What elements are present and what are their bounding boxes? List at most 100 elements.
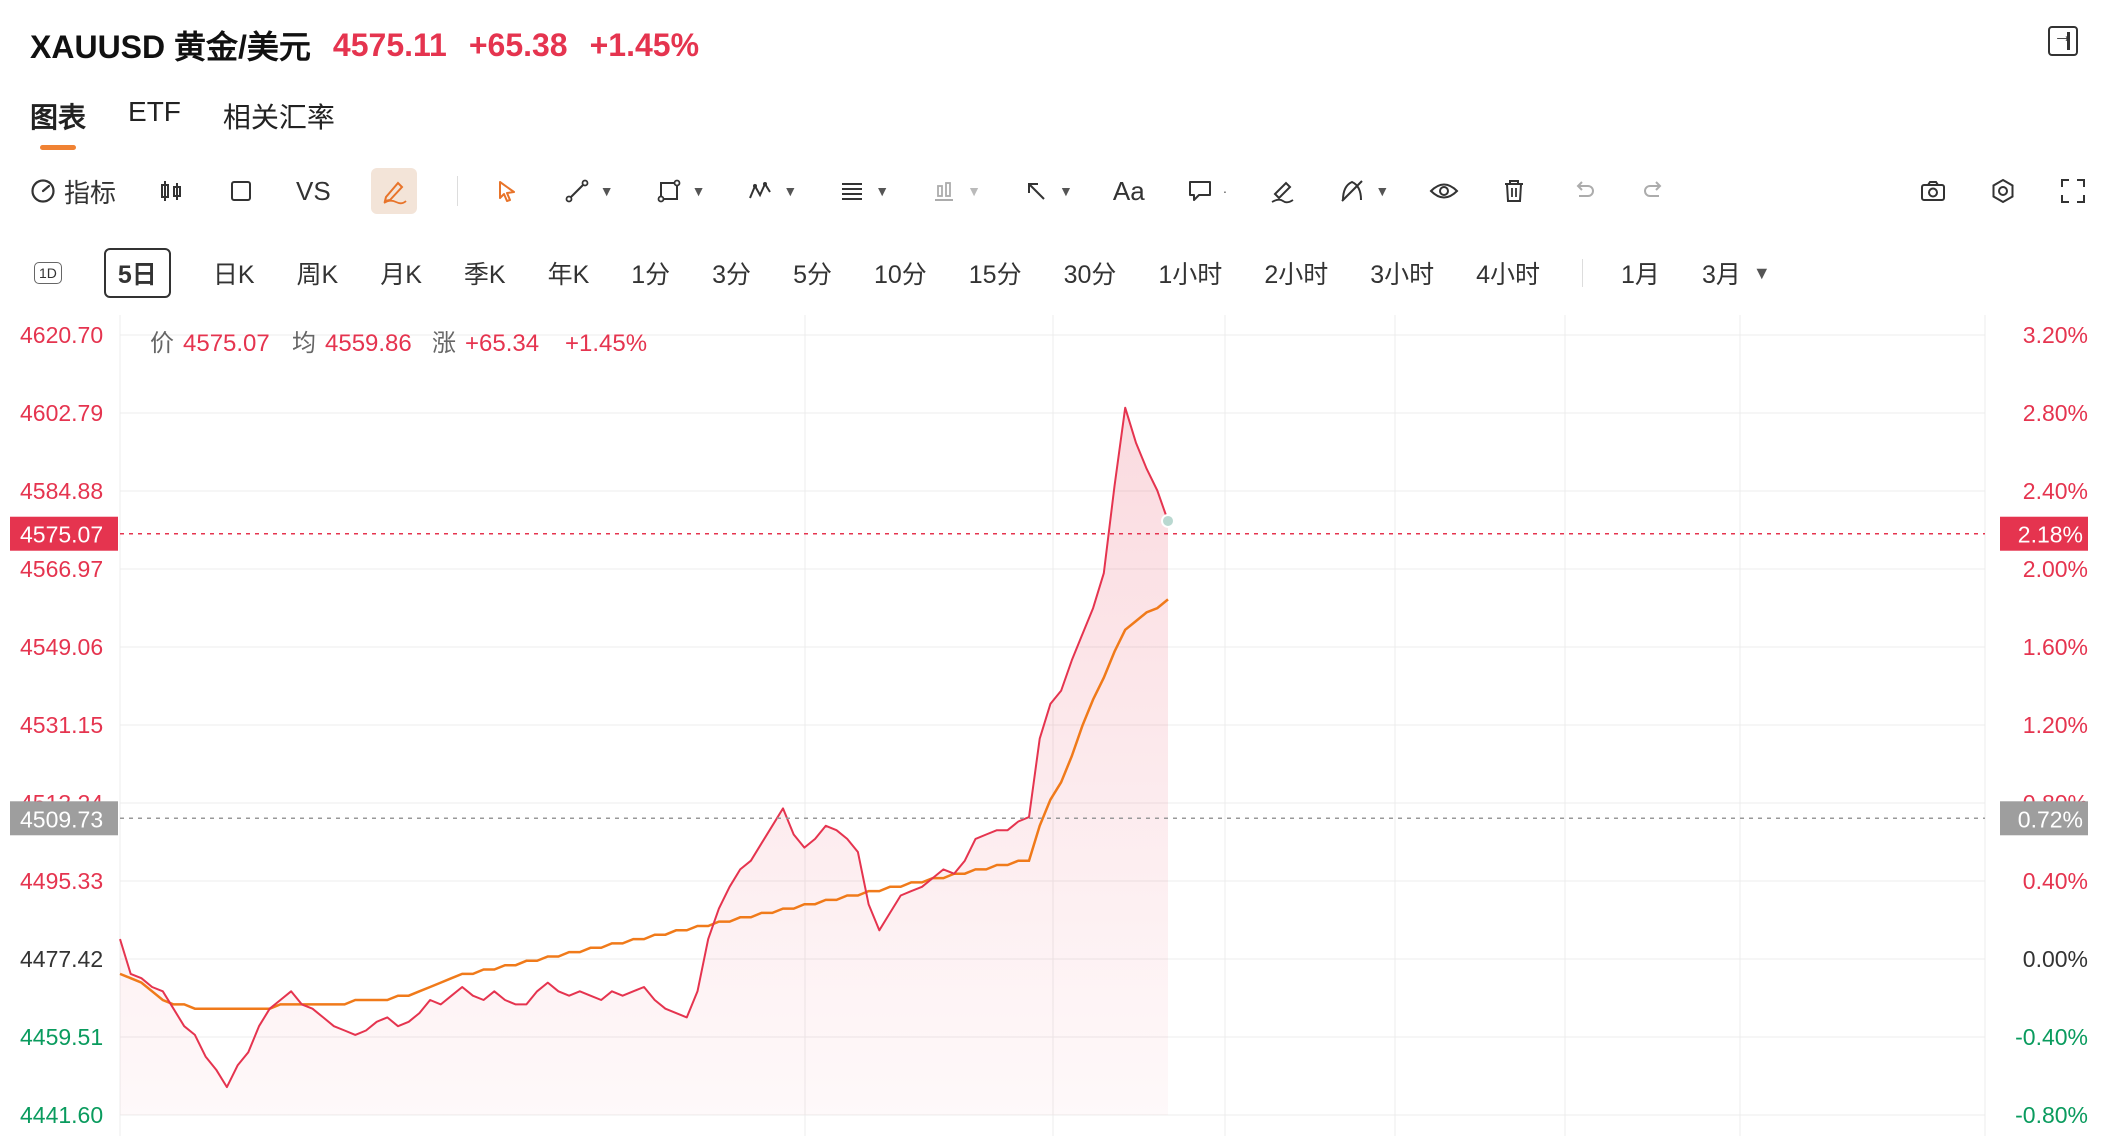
- y-tick-right: 2.00%: [2023, 556, 2088, 582]
- tab-chart[interactable]: 图表: [30, 96, 86, 150]
- chevron-down-icon[interactable]: ▼: [1753, 263, 1771, 284]
- period-10min[interactable]: 10分: [874, 255, 927, 291]
- period-3min[interactable]: 3分: [712, 255, 751, 291]
- current-price-badge: 4575.07: [20, 522, 103, 548]
- period-3month[interactable]: 3月: [1702, 255, 1741, 291]
- period-1min[interactable]: 1分: [631, 255, 670, 291]
- redo-icon: [1639, 176, 1669, 206]
- indicator-label: 指标: [64, 177, 117, 208]
- redo-button[interactable]: [1639, 168, 1669, 214]
- chevron-down-icon: ▼: [967, 183, 981, 199]
- dot-icon: ·: [1222, 183, 1228, 199]
- chevron-down-icon: ▼: [691, 183, 706, 199]
- arrow-up-left-icon: [1021, 176, 1051, 206]
- chart-toolbar: 指标 VS ▼ ▼ ▼ ▼ ▼ ▼ Aa · ▼: [28, 168, 2088, 214]
- quote-header: XAUUSD 黄金/美元 4575.11 +65.38 +1.45%: [30, 20, 699, 70]
- visibility-button[interactable]: [1429, 168, 1459, 214]
- period-4h[interactable]: 4小时: [1476, 255, 1540, 291]
- layout-button[interactable]: [226, 168, 256, 214]
- measure-tool-button[interactable]: ▼: [929, 168, 981, 214]
- y-tick-left: 4566.97: [20, 556, 103, 582]
- y-tick-left: 4441.60: [20, 1102, 103, 1128]
- pen-slash-icon: [1337, 176, 1367, 206]
- arrow-tool-button[interactable]: ▼: [1021, 168, 1073, 214]
- y-tick-left: 4549.06: [20, 634, 103, 660]
- comment-tool-button[interactable]: ·: [1185, 168, 1228, 214]
- chevron-down-icon: ▼: [599, 183, 614, 199]
- square-icon: [226, 176, 256, 206]
- fib-tool-button[interactable]: ▼: [837, 168, 889, 214]
- y-tick-left: 4477.42: [20, 946, 103, 972]
- period-30min[interactable]: 30分: [1064, 255, 1117, 291]
- tab-related-fx[interactable]: 相关汇率: [223, 96, 335, 150]
- period-5d[interactable]: 5日: [103, 248, 171, 298]
- chevron-down-icon: ▼: [1059, 183, 1073, 199]
- collapse-panel-icon[interactable]: [2048, 25, 2078, 56]
- fullscreen-icon[interactable]: [2058, 176, 2088, 206]
- settings-icon[interactable]: [1988, 176, 2018, 206]
- price-range-icon: [929, 176, 959, 206]
- period-2h[interactable]: 2小时: [1264, 255, 1328, 291]
- text-tool-label: Aa: [1112, 175, 1145, 206]
- period-1month[interactable]: 1月: [1621, 255, 1660, 291]
- toolbar-right-group: [1918, 168, 2088, 214]
- trendline-tool-button[interactable]: ▼: [562, 168, 614, 214]
- comment-icon: [1185, 176, 1215, 206]
- trash-icon: [1499, 176, 1529, 206]
- chart-type-button[interactable]: [156, 168, 186, 214]
- info-price-label: 价: [150, 330, 174, 357]
- undo-button[interactable]: [1569, 168, 1599, 214]
- brush-tool-button[interactable]: [1267, 168, 1297, 214]
- chart-canvas[interactable]: 4620.70 4602.79 4584.88 4566.97 4549.06 4531.…: [0, 315, 2106, 1136]
- period-week-k[interactable]: 周K: [297, 255, 339, 291]
- main-tabs: 图表 ETF 相关汇率: [30, 96, 335, 150]
- trendline-icon: [562, 176, 592, 206]
- drawing-toggle-button[interactable]: [370, 168, 417, 214]
- price-chart[interactable]: 4620.70 4602.79 4584.88 4566.97 4549.06 4531.…: [0, 315, 2106, 1136]
- period-1d-badge[interactable]: 1D: [34, 262, 62, 284]
- camera-icon[interactable]: [1918, 176, 1948, 206]
- period-15min[interactable]: 15分: [969, 255, 1022, 291]
- pencil-icon: [379, 176, 409, 206]
- brush-icon: [1267, 176, 1297, 206]
- y-tick-left: 4584.88: [20, 478, 103, 504]
- text-tool-button[interactable]: Aa: [1113, 168, 1145, 214]
- indicator-button[interactable]: 指标: [28, 168, 116, 214]
- cursor-tool-button[interactable]: [492, 168, 522, 214]
- pattern-tool-button[interactable]: ▼: [745, 168, 797, 214]
- info-chg-value: +65.34: [465, 330, 539, 357]
- info-avg-value: 4559.86: [325, 330, 412, 357]
- y-tick-right: 0.00%: [2023, 946, 2088, 972]
- period-3h[interactable]: 3小时: [1370, 255, 1434, 291]
- ref-pct-badge: 0.72%: [2018, 806, 2083, 832]
- y-tick-right: 0.40%: [2023, 868, 2088, 894]
- y-tick-left: 4531.15: [20, 712, 103, 738]
- hide-drawings-button[interactable]: ▼: [1337, 168, 1389, 214]
- y-tick-left: 4620.70: [20, 322, 103, 348]
- symbol-title: XAUUSD 黄金/美元: [30, 29, 311, 65]
- y-tick-left: 4495.33: [20, 868, 103, 894]
- period-day-k[interactable]: 日K: [213, 255, 255, 291]
- chevron-down-icon: ▼: [1375, 183, 1390, 199]
- y-tick-right: 1.20%: [2023, 712, 2088, 738]
- gauge-icon: [28, 176, 58, 206]
- price-change-pct: +1.45%: [589, 26, 700, 63]
- period-5min[interactable]: 5分: [793, 255, 832, 291]
- compare-button[interactable]: VS: [296, 168, 331, 214]
- period-month-k[interactable]: 月K: [380, 255, 422, 291]
- y-tick-left: 4459.51: [20, 1024, 103, 1050]
- info-price-value: 4575.07: [183, 330, 270, 357]
- undo-icon: [1569, 176, 1599, 206]
- period-quarter-k[interactable]: 季K: [464, 255, 506, 291]
- current-pct-badge: 2.18%: [2018, 522, 2083, 548]
- chevron-down-icon: ▼: [875, 183, 890, 199]
- shape-tool-button[interactable]: ▼: [654, 168, 706, 214]
- price-area-fill: [120, 407, 1168, 1115]
- y-tick-right: -0.80%: [2015, 1102, 2088, 1128]
- tab-etf[interactable]: ETF: [128, 96, 181, 150]
- period-year-k[interactable]: 年K: [548, 255, 590, 291]
- current-point: [1161, 513, 1175, 528]
- period-1h[interactable]: 1小时: [1158, 255, 1222, 291]
- delete-drawings-button[interactable]: [1499, 168, 1529, 214]
- period-selector: 1D 5日 日K 周K 月K 季K 年K 1分 3分 5分 10分 15分 30…: [34, 248, 1771, 298]
